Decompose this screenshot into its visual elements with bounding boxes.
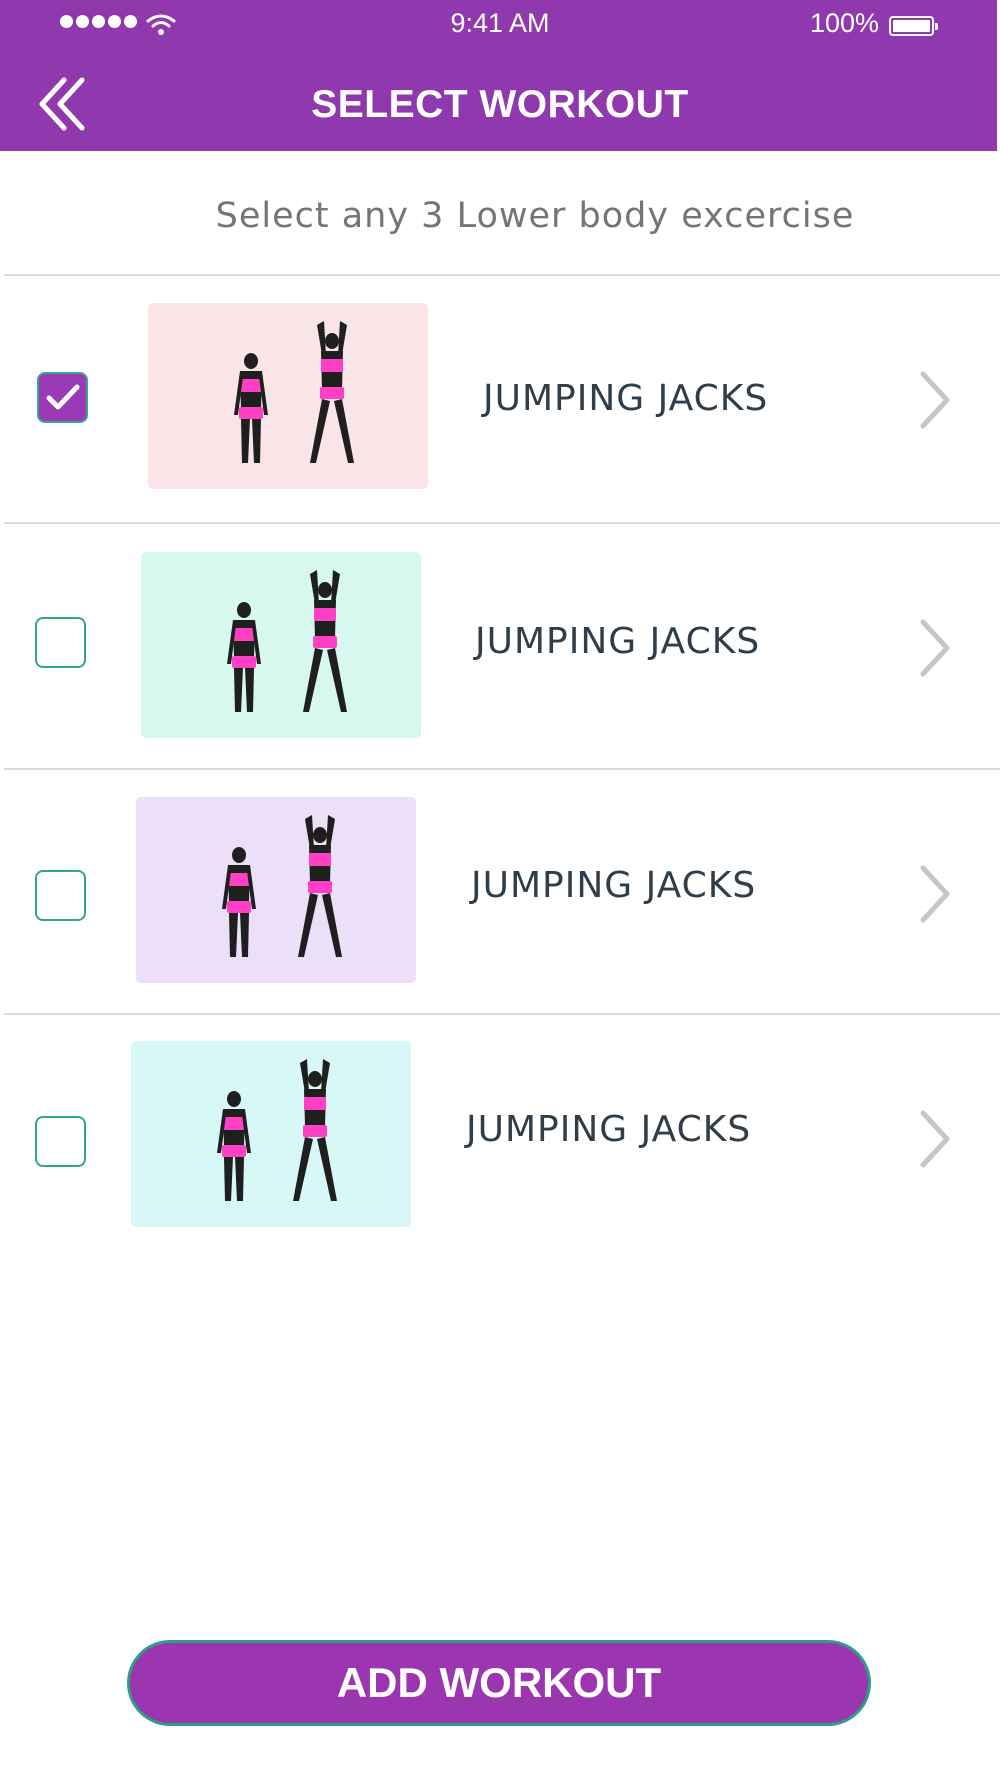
workout-label-4: JUMPING JACKS: [466, 1109, 752, 1150]
workout-thumbnail-4: [131, 1041, 411, 1227]
exercise-illustration: [234, 321, 354, 463]
workout-thumbnail-2: [141, 552, 421, 738]
chevron-right-icon[interactable]: [915, 368, 955, 432]
exercise-illustration: [217, 1059, 337, 1201]
workout-thumbnail-3: [136, 797, 416, 983]
workout-checkbox-1[interactable]: [37, 372, 88, 423]
page-title: SELECT WORKOUT: [311, 83, 689, 126]
workout-row-3[interactable]: JUMPING JACKS: [0, 770, 1000, 1013]
workout-label-3: JUMPING JACKS: [471, 865, 757, 906]
chevron-right-icon[interactable]: [915, 616, 955, 680]
workout-checkbox-3[interactable]: [35, 870, 86, 921]
workout-label-1: JUMPING JACKS: [483, 378, 769, 419]
workout-checkbox-4[interactable]: [35, 1116, 86, 1167]
chevron-right-icon[interactable]: [915, 1107, 955, 1171]
battery-icon: [889, 16, 938, 36]
exercise-illustration: [227, 570, 347, 712]
add-workout-button[interactable]: ADD WORKOUT: [127, 1640, 871, 1726]
workout-row-1[interactable]: JUMPING JACKS: [0, 276, 1000, 522]
instruction-text: Select any 3 Lower body excercise: [215, 196, 855, 236]
workout-label-2: JUMPING JACKS: [475, 621, 761, 662]
exercise-illustration: [222, 815, 342, 957]
workout-row-2[interactable]: JUMPING JACKS: [0, 524, 1000, 768]
workout-thumbnail-1: [148, 303, 428, 489]
workout-checkbox-2[interactable]: [35, 617, 86, 668]
chevron-right-icon[interactable]: [915, 862, 955, 926]
battery-percentage: 100%: [810, 8, 880, 38]
header-bar: 9:41 AM 100% SELECT WORKOUT: [0, 0, 997, 151]
checkmark-icon: [46, 384, 80, 410]
workout-row-4[interactable]: JUMPING JACKS: [0, 1015, 1000, 1260]
